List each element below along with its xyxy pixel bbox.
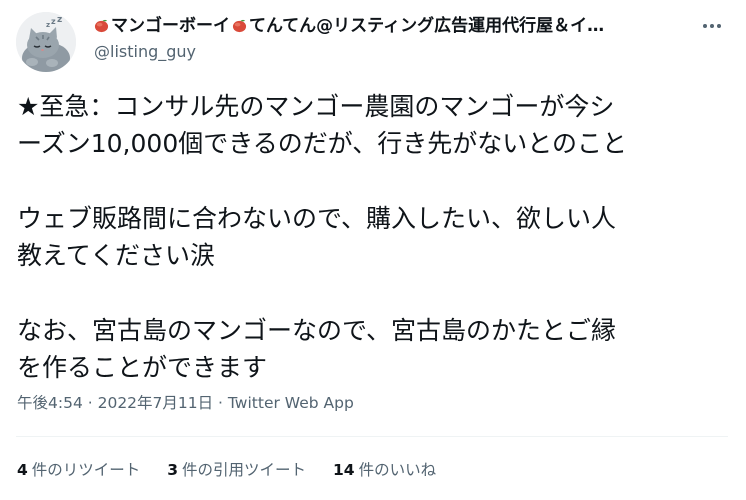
- quotes-count: 3: [167, 461, 179, 479]
- mango-icon: [232, 19, 247, 33]
- tweet-timestamp[interactable]: 午後4:54: [17, 394, 83, 412]
- tweet-text-line: なお、宮古島のマンゴーなので、宮古島のかたとご縁: [17, 316, 617, 345]
- divider: [16, 436, 728, 437]
- meta-separator: ·: [213, 394, 228, 412]
- tweet-text: ★至急：コンサル先のマンゴー農園のマンゴーが今シ ーズン10,000個できるのだ…: [17, 88, 729, 386]
- more-options-icon: [717, 24, 721, 28]
- more-options-button[interactable]: [699, 12, 727, 40]
- more-options-icon: [710, 24, 714, 28]
- likes-stat[interactable]: 14 件のいいね: [333, 459, 436, 481]
- likes-count: 14: [333, 461, 355, 479]
- quotes-stat[interactable]: 3 件の引用ツイート: [167, 459, 306, 481]
- meta-separator: ·: [82, 394, 98, 412]
- sleeping-cat-avatar-icon: z z z: [16, 12, 76, 72]
- likes-label: 件のいいね: [358, 461, 437, 479]
- display-name-text: マンゴーボーイ: [111, 16, 230, 36]
- tweet-text-line: 教えてください涙: [17, 241, 216, 270]
- tweet-card: z z z マンゴーボーイ てんてん@リスティング広告運用代行屋＆イ… @lis…: [0, 0, 746, 500]
- avatar[interactable]: z z z: [16, 12, 76, 72]
- tweet-source[interactable]: Twitter Web App: [228, 394, 354, 412]
- tweet-meta: 午後4:54 · 2022年7月11日 · Twitter Web App: [17, 392, 354, 414]
- display-name-suffix: てんてん@リスティング広告運用代行屋＆イ…: [249, 16, 605, 36]
- tweet-text-line: ーズン10,000個できるのだが、行き先がないとのこと: [17, 129, 627, 158]
- tweet-date[interactable]: 2022年7月11日: [98, 394, 214, 412]
- display-name[interactable]: マンゴーボーイ てんてん@リスティング広告運用代行屋＆イ…: [94, 14, 684, 38]
- quotes-label: 件の引用ツイート: [182, 461, 307, 479]
- tweet-text-line: ウェブ販路間に合わないので、購入したい、欲しい人: [17, 204, 617, 233]
- svg-text:z: z: [57, 15, 62, 25]
- retweets-stat[interactable]: 4 件のリツイート: [17, 459, 140, 481]
- svg-text:z: z: [46, 21, 50, 29]
- retweets-count: 4: [17, 461, 28, 479]
- mango-icon: [94, 19, 109, 33]
- user-handle[interactable]: @listing_guy: [94, 41, 196, 63]
- svg-text:z: z: [51, 17, 56, 26]
- more-options-icon: [703, 24, 707, 28]
- tweet-text-line: を作ることができます: [17, 353, 268, 382]
- tweet-text-line: ★至急：コンサル先のマンゴー農園のマンゴーが今シ: [17, 92, 615, 121]
- tweet-stats: 4 件のリツイート 3 件の引用ツイート 14 件のいいね: [17, 459, 458, 481]
- retweets-label: 件のリツイート: [31, 461, 141, 479]
